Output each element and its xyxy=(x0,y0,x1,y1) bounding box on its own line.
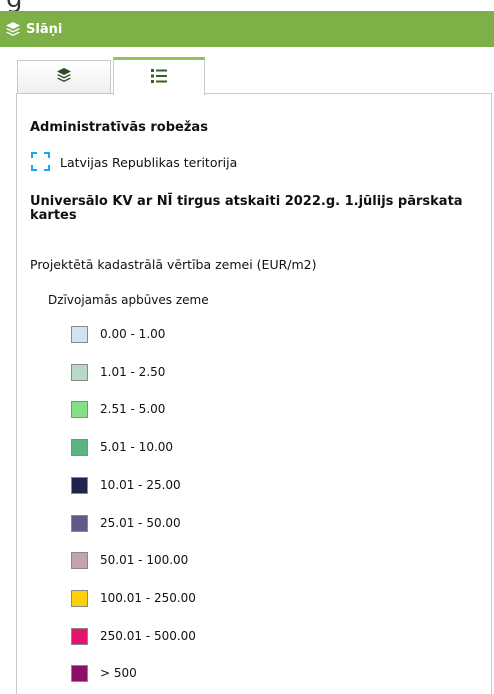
legend-class-label: 100.01 - 250.00 xyxy=(100,591,196,605)
tab-layers[interactable] xyxy=(17,60,111,94)
legend-swatch xyxy=(71,515,88,532)
legend-class-label: > 500 xyxy=(100,666,137,680)
legend-swatch xyxy=(71,628,88,645)
layers-panel-header: Slāņi xyxy=(0,11,494,47)
legend-swatch xyxy=(71,590,88,607)
clipped-top-text: g xyxy=(0,0,494,11)
legend-class-label: 0.00 - 1.00 xyxy=(100,327,166,341)
legend-swatch xyxy=(71,477,88,494)
legend-swatch xyxy=(71,364,88,381)
boundary-symbol-icon xyxy=(31,152,50,171)
legend-swatch xyxy=(71,552,88,569)
legend-class-label: 5.01 - 10.00 xyxy=(100,440,174,454)
section-title-admin-boundaries: Administratīvās robežas xyxy=(30,120,208,135)
legend-class-label: 50.01 - 100.00 xyxy=(100,553,189,567)
tab-legend[interactable] xyxy=(113,57,205,95)
section-title-review-maps: Universālo KV ar NĪ tirgus atskaiti 2022… xyxy=(30,194,463,223)
legend-class-label: 2.51 - 5.00 xyxy=(100,402,166,416)
legend-swatch xyxy=(71,665,88,682)
layers-icon xyxy=(56,67,72,87)
value-layer-title: Projektētā kadastrālā vērtība zemei (EUR… xyxy=(30,257,317,272)
panel-title: Slāņi xyxy=(26,21,63,37)
legend-class-label: 10.01 - 25.00 xyxy=(100,478,181,492)
legend-group-title: Dzīvojamās apbūves zeme xyxy=(48,293,209,307)
boundary-label: Latvijas Republikas teritorija xyxy=(60,155,238,170)
layers-icon xyxy=(5,21,21,37)
legend-list-icon xyxy=(151,68,167,87)
legend-swatch xyxy=(71,326,88,343)
legend-swatch xyxy=(71,439,88,456)
legend-class-label: 250.01 - 500.00 xyxy=(100,629,196,643)
legend-class-label: 1.01 - 2.50 xyxy=(100,365,166,379)
legend-class-label: 25.01 - 50.00 xyxy=(100,516,181,530)
legend-swatch xyxy=(71,401,88,418)
